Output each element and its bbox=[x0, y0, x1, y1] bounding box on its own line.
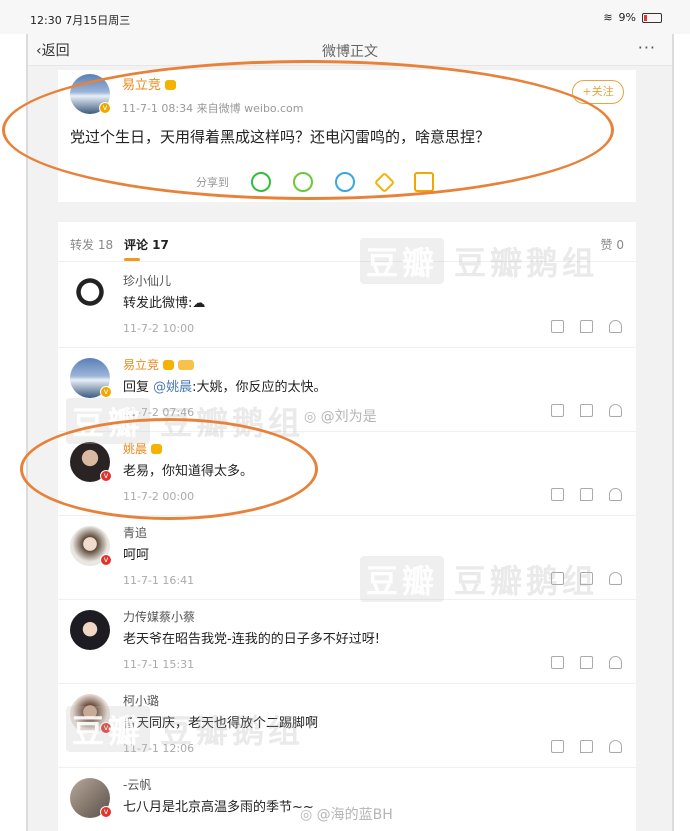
more-menu-button[interactable]: ··· bbox=[638, 38, 656, 57]
share-row: 分享到 bbox=[196, 171, 434, 193]
nav-bar: ‹返回 微博正文 ··· bbox=[28, 34, 672, 66]
comment-item: v 姚晨 老易，你知道得太多。 11-7-2 00:00 bbox=[58, 432, 636, 516]
comment-text: 呵呵 bbox=[123, 548, 150, 563]
comment-text: 转发此微博:☁ bbox=[123, 296, 206, 311]
weibo-logo-icon: ◎ bbox=[300, 807, 317, 823]
comment-actions bbox=[551, 404, 622, 417]
like-icon[interactable] bbox=[609, 740, 622, 753]
verified-badge-icon: v bbox=[100, 386, 112, 398]
comment-text: 老易，你知道得太多。 bbox=[123, 464, 254, 479]
qzone-icon[interactable] bbox=[373, 171, 396, 193]
comment-actions bbox=[551, 740, 622, 753]
battery-percent: 9% bbox=[618, 11, 636, 24]
battery-icon bbox=[642, 12, 662, 23]
comment-time: 11-7-1 16:41 bbox=[123, 574, 195, 587]
comment-author[interactable]: 力传媒蔡小蔡 bbox=[123, 608, 195, 625]
comment-text: 回复 @姚晨:大姚，你反应的太快。 bbox=[123, 380, 327, 395]
member-badge-icon bbox=[163, 360, 175, 370]
comment-item: 力传媒蔡小蔡 老天爷在昭告我党-连我的的日子多不好过呀! 11-7-1 15:3… bbox=[58, 600, 636, 684]
page-title: 微博正文 bbox=[322, 44, 378, 60]
comment-author[interactable]: 珍小仙儿 bbox=[123, 272, 171, 289]
reply-icon[interactable] bbox=[580, 740, 593, 753]
comment-author[interactable]: 青追 bbox=[123, 524, 147, 541]
douban-watermark: 豆瓣 豆瓣鹅组 bbox=[66, 398, 304, 444]
share-label: 分享到 bbox=[196, 176, 229, 189]
weibo-stamp: ◎ @海的蓝BH bbox=[300, 807, 393, 823]
wechat-icon[interactable] bbox=[251, 172, 271, 192]
tab-likes[interactable]: 赞 0 bbox=[601, 236, 624, 253]
comment-actions bbox=[551, 656, 622, 669]
avatar[interactable] bbox=[70, 274, 110, 314]
verified-badge-icon: v bbox=[100, 470, 112, 482]
reply-icon[interactable] bbox=[580, 656, 593, 669]
moments-icon[interactable] bbox=[293, 172, 313, 192]
tab-repost[interactable]: 转发 18 bbox=[70, 236, 113, 253]
verified-badge-icon: v bbox=[100, 554, 112, 566]
comment-time: 11-7-1 15:31 bbox=[123, 658, 195, 671]
comment-time: 11-7-2 10:00 bbox=[123, 322, 195, 335]
comment-author[interactable]: 易立竞 bbox=[123, 356, 195, 373]
verified-badge-icon: v bbox=[100, 806, 112, 818]
post-card: v 易立竞 11-7-1 08:34 来自微博 weibo.com +关注 党过… bbox=[58, 70, 636, 202]
member-badge-icon bbox=[165, 80, 177, 90]
avatar[interactable] bbox=[70, 610, 110, 650]
post-author[interactable]: 易立竞 bbox=[122, 74, 177, 93]
douban-watermark: 豆瓣 豆瓣鹅组 bbox=[360, 238, 598, 284]
status-bar: 12:30 7月15日周三 ≋ 9% bbox=[0, 0, 690, 34]
comment-author[interactable]: -云帆 bbox=[123, 776, 151, 793]
comment-actions bbox=[551, 320, 622, 333]
weibo-logo-icon: ◎ bbox=[304, 409, 321, 425]
reply-icon[interactable] bbox=[580, 320, 593, 333]
comment-text: 七八月是北京高温多雨的季节~~ bbox=[123, 800, 314, 815]
comment-actions bbox=[551, 488, 622, 501]
verified-badge-icon: v bbox=[99, 102, 111, 114]
status-time: 12:30 7月15日周三 bbox=[30, 14, 131, 27]
repost-icon[interactable] bbox=[551, 320, 564, 333]
reply-icon[interactable] bbox=[580, 404, 593, 417]
status-right: ≋ 9% bbox=[603, 11, 662, 24]
douban-watermark: 豆瓣 豆瓣鹅组 bbox=[360, 556, 598, 602]
wifi-icon: ≋ bbox=[603, 11, 613, 24]
repost-icon[interactable] bbox=[551, 488, 564, 501]
like-icon[interactable] bbox=[609, 488, 622, 501]
follow-button[interactable]: +关注 bbox=[572, 80, 624, 104]
vip-badge-icon bbox=[178, 360, 195, 370]
like-icon[interactable] bbox=[609, 572, 622, 585]
cloud-icon: ☁ bbox=[192, 296, 206, 311]
weibo-stamp: ◎ @刘为是 bbox=[304, 409, 377, 425]
mention-link[interactable]: @姚晨 bbox=[153, 380, 192, 395]
tab-indicator bbox=[124, 258, 140, 261]
tab-comments[interactable]: 评论 17 bbox=[124, 236, 169, 253]
repost-icon[interactable] bbox=[551, 656, 564, 669]
repost-icon[interactable] bbox=[551, 404, 564, 417]
reply-icon[interactable] bbox=[580, 488, 593, 501]
post-meta: 11-7-1 08:34 来自微博 weibo.com bbox=[122, 102, 304, 115]
comment-text: 老天爷在昭告我党-连我的的日子多不好过呀! bbox=[123, 632, 380, 647]
comment-time: 11-7-2 00:00 bbox=[123, 490, 195, 503]
post-text: 党过个生日，天用得着黑成这样吗？还电闪雷鸣的，啥意思捏？ bbox=[70, 128, 491, 146]
more-share-icon[interactable] bbox=[414, 172, 434, 192]
member-badge-icon bbox=[151, 444, 163, 454]
douban-watermark: 豆瓣 豆瓣鹅组 bbox=[66, 706, 304, 752]
qq-icon[interactable] bbox=[335, 172, 355, 192]
like-icon[interactable] bbox=[609, 404, 622, 417]
like-icon[interactable] bbox=[609, 656, 622, 669]
like-icon[interactable] bbox=[609, 320, 622, 333]
repost-icon[interactable] bbox=[551, 740, 564, 753]
